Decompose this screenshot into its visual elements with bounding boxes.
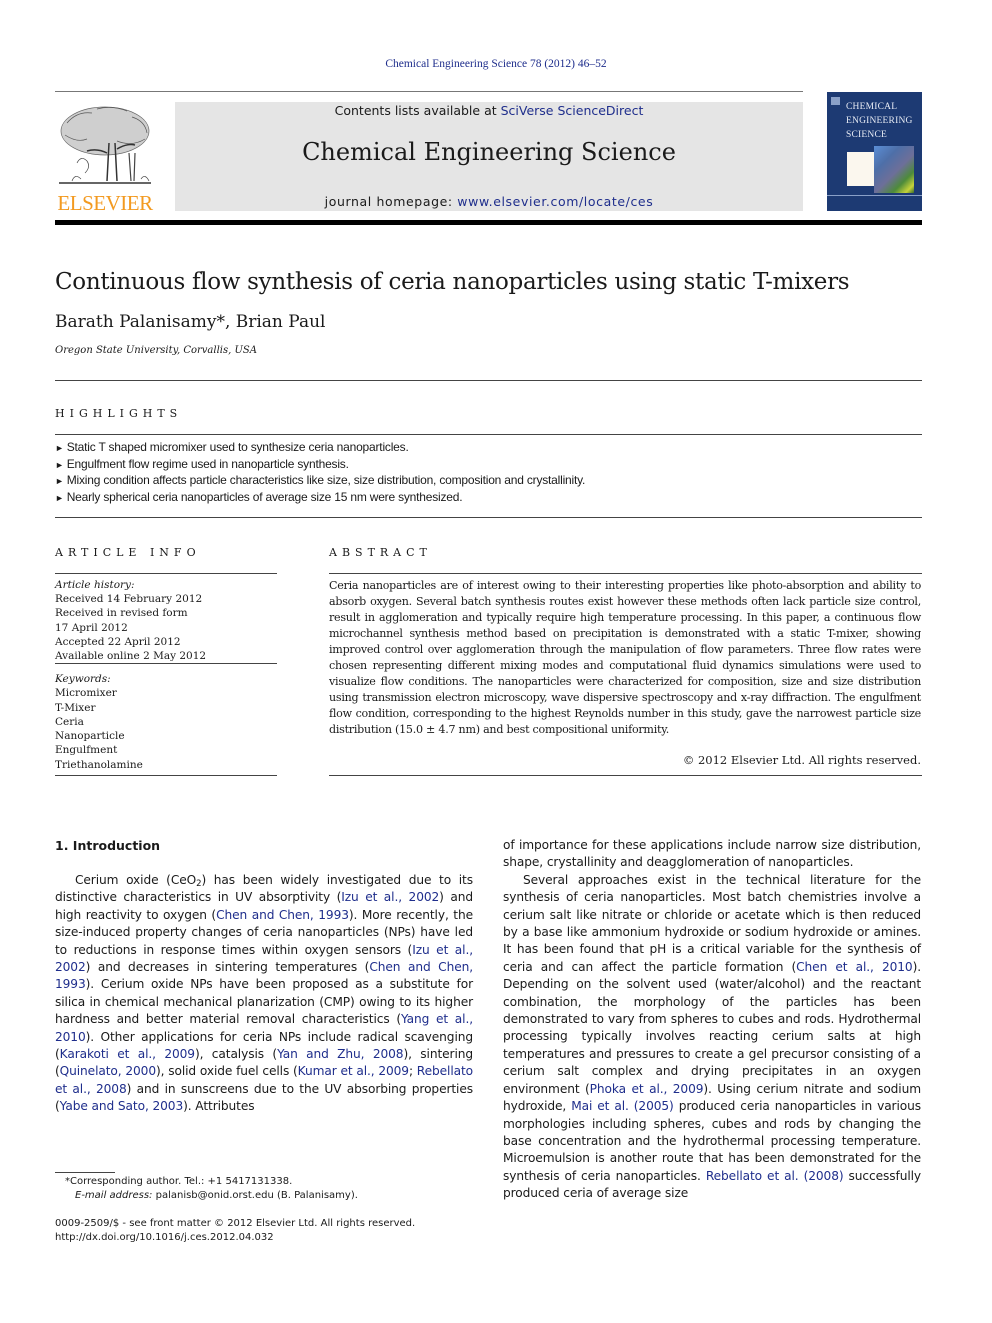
divider <box>55 775 277 776</box>
divider <box>55 573 277 574</box>
abstract-body: Ceria nanoparticles are of interest owin… <box>329 579 921 736</box>
keyword[interactable]: Triethanolamine <box>55 758 277 772</box>
divider <box>55 517 922 518</box>
citation-link[interactable]: Kumar et al., 2009 <box>298 1064 409 1078</box>
highlight-item: ► Nearly spherical ceria nanoparticles of… <box>55 490 915 507</box>
citation-link[interactable]: Yan and Zhu, 2008 <box>277 1047 404 1061</box>
bullet-triangle-icon: ► <box>55 476 64 486</box>
keyword[interactable]: Engulfment <box>55 743 277 757</box>
corresponding-author-text: Corresponding author. Tel.: +1 541713133… <box>70 1176 293 1187</box>
footnote-rule <box>55 1172 115 1173</box>
highlights-list: ► Static T shaped micromixer used to synt… <box>55 440 915 506</box>
highlight-text: Static T shaped micromixer used to synth… <box>66 440 409 454</box>
elsevier-tree-icon <box>59 106 151 184</box>
citation-link[interactable]: Mai et al. (2005) <box>571 1099 674 1113</box>
abstract-copyright: © 2012 Elsevier Ltd. All rights reserved… <box>682 753 921 767</box>
issn-line: 0009-2509/$ - see front matter © 2012 El… <box>55 1218 416 1229</box>
highlight-text: Nearly spherical ceria nanoparticles of … <box>66 489 463 504</box>
paragraph: of importance for these applications inc… <box>503 838 921 870</box>
corresponding-author-mark[interactable]: * <box>216 312 225 332</box>
cover-artwork <box>874 146 914 193</box>
keywords: Keywords: Micromixer T-Mixer Ceria Nanop… <box>55 672 277 772</box>
email-label: E-mail address: <box>75 1190 153 1201</box>
section-heading-introduction: 1. Introduction <box>55 838 161 853</box>
divider <box>329 775 922 776</box>
doi-link[interactable]: http://dx.doi.org/10.1016/j.ces.2012.04.… <box>55 1231 475 1245</box>
citation-link[interactable]: Izu et al., 2002 <box>341 890 439 904</box>
body-column-left: Cerium oxide (CeO2) has been widely inve… <box>55 872 473 1116</box>
citation-link[interactable]: Yabe and Sato, 2003 <box>60 1099 184 1113</box>
keyword[interactable]: Ceria <box>55 715 277 729</box>
highlight-item: ► Engulfment flow regime used in nanopart… <box>55 457 915 474</box>
bullet-triangle-icon: ► <box>55 443 64 453</box>
homepage-line: journal homepage: www.elsevier.com/locat… <box>175 194 803 209</box>
journal-homepage-link[interactable]: www.elsevier.com/locate/ces <box>457 194 653 209</box>
cover-title: CHEMICAL ENGINEERING SCIENCE <box>846 100 913 142</box>
elsevier-logo[interactable]: ELSEVIER <box>55 103 155 215</box>
divider <box>55 663 277 664</box>
keyword[interactable]: Micromixer <box>55 686 277 700</box>
cover-title-line: ENGINEERING <box>846 116 913 126</box>
paragraph: Cerium oxide (CeO2) has been widely inve… <box>55 873 474 1114</box>
citation-link[interactable]: Chen and Chen, 1993 <box>55 960 473 991</box>
article-history: Article history: Received 14 February 20… <box>55 578 277 663</box>
cover-title-line: CHEMICAL <box>846 102 898 112</box>
affiliation: Oregon State University, Corvallis, USA <box>55 345 257 356</box>
masthead-rule <box>55 220 922 225</box>
citation-link[interactable]: Quinelato, 2000 <box>60 1064 156 1078</box>
author-list: Barath Palanisamy*, Brian Paul <box>55 312 326 332</box>
citation-link[interactable]: Chen and Chen, 1993 <box>216 908 349 922</box>
history-label: Article history: <box>55 579 135 591</box>
history-entry: Received in revised form <box>55 607 188 620</box>
contents-line: Contents lists available at SciVerse Sci… <box>175 103 803 118</box>
journal-banner: Contents lists available at SciVerse Sci… <box>175 102 803 211</box>
citation-link[interactable]: Karakoti et al., 2009 <box>60 1047 195 1061</box>
running-head-citation[interactable]: Chemical Engineering Science 78 (2012) 4… <box>0 58 992 70</box>
front-matter: 0009-2509/$ - see front matter © 2012 El… <box>55 1217 475 1245</box>
citation-link[interactable]: Chen et al., 2010 <box>796 960 913 974</box>
article-info-heading: ARTICLE INFO <box>55 546 201 559</box>
cover-divider <box>827 195 922 196</box>
highlight-item: ► Mixing condition affects particle chara… <box>55 473 915 490</box>
citation-link[interactable]: Rebellato et al. (2008) <box>706 1169 844 1183</box>
footnote: *Corresponding author. Tel.: +1 54171313… <box>55 1175 475 1203</box>
journal-title: Chemical Engineering Science <box>302 138 676 166</box>
divider <box>55 434 922 435</box>
highlight-item: ► Static T shaped micromixer used to synt… <box>55 440 915 457</box>
abstract-heading: ABSTRACT <box>329 546 432 559</box>
article-title: Continuous flow synthesis of ceria nanop… <box>55 269 850 295</box>
bullet-triangle-icon: ► <box>55 459 64 470</box>
keywords-label: Keywords: <box>55 673 111 685</box>
history-entry: 17 April 2012 <box>55 621 128 634</box>
divider <box>55 380 922 381</box>
body-column-right: of importance for these applications inc… <box>503 837 921 1203</box>
highlight-text: Mixing condition affects particle charac… <box>66 473 586 487</box>
highlights-heading: HIGHLIGHTS <box>55 407 183 420</box>
elsevier-wordmark: ELSEVIER <box>57 191 153 215</box>
keyword[interactable]: T-Mixer <box>55 701 277 715</box>
sciencedirect-link[interactable]: SciVerse ScienceDirect <box>501 103 644 118</box>
publisher-mark-icon <box>831 97 840 105</box>
divider <box>329 573 922 574</box>
author-name[interactable]: Barath Palanisamy <box>55 312 216 332</box>
history-entry: Available online 2 May 2012 <box>55 650 207 663</box>
homepage-prefix: journal homepage: <box>324 194 458 209</box>
paragraph: Several approaches exist in the technica… <box>503 872 922 1201</box>
journal-cover-image[interactable]: CHEMICAL ENGINEERING SCIENCE <box>827 92 922 211</box>
citation-link[interactable]: Yang et al., 2010 <box>55 1012 473 1043</box>
corresponding-author-note: *Corresponding author. Tel.: +1 54171313… <box>55 1175 475 1189</box>
subscript: 2 <box>196 879 202 889</box>
history-entry: Accepted 22 April 2012 <box>55 635 181 648</box>
history-entry: Received 14 February 2012 <box>55 593 203 606</box>
keyword[interactable]: Nanoparticle <box>55 729 277 743</box>
header-rule <box>55 91 803 92</box>
citation-link[interactable]: Phoka et al., 2009 <box>590 1082 704 1096</box>
highlight-text: Engulfment flow regime used in nanoparti… <box>66 456 349 471</box>
author-name[interactable]: , Brian Paul <box>225 312 326 332</box>
email-note: E-mail address: palanisb@onid.orst.edu (… <box>55 1189 475 1203</box>
contents-prefix: Contents lists available at <box>334 103 501 118</box>
bullet-triangle-icon: ► <box>55 492 64 503</box>
email-address[interactable]: palanisb@onid.orst.edu (B. Palanisamy). <box>152 1190 358 1201</box>
cover-title-line: SCIENCE <box>846 130 887 140</box>
